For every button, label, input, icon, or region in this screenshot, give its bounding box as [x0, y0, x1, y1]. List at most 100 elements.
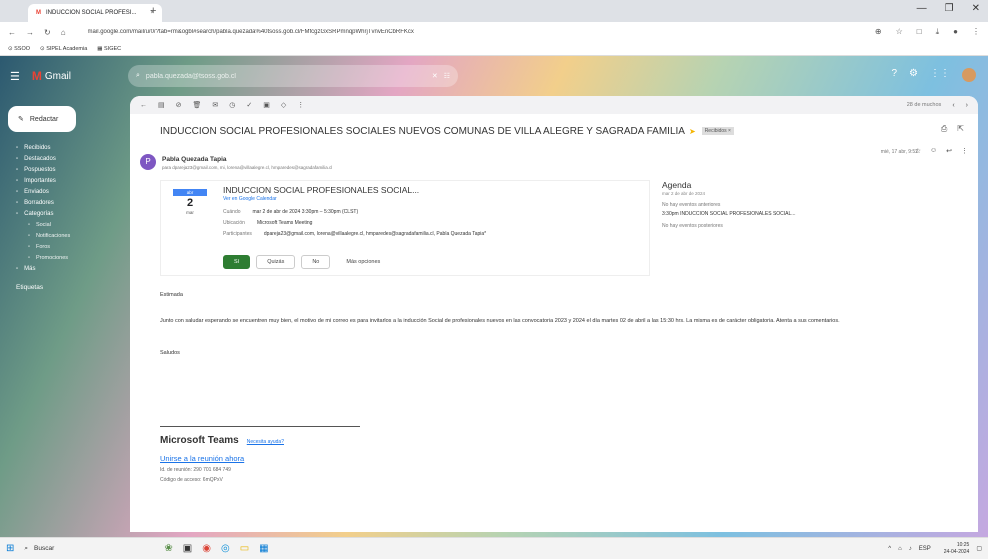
agenda-panel: Agenda mar 2 de abr de 2024 No hay event… [662, 180, 822, 270]
sidebar-item-label: Foros [35, 243, 51, 250]
sender-avatar[interactable]: P [140, 154, 156, 170]
edge-icon[interactable]: ◎ [221, 543, 230, 554]
add-task-icon[interactable]: ✓ [246, 101, 252, 109]
agenda-no-later: No hay eventos posteriores [662, 223, 723, 229]
clock[interactable]: 10:25 24-04-2024 [944, 542, 970, 556]
back-icon[interactable]: ← [8, 28, 16, 37]
windows-start-icon[interactable]: ⊞ [6, 543, 14, 554]
agenda-event[interactable]: 3:30pm INDUCCION SOCIAL PROFESIONALES SO… [662, 211, 822, 217]
taskbar-search[interactable]: ⌕ Buscar [24, 545, 144, 553]
bookmark-sigec[interactable]: ▦ SIGEC [97, 46, 121, 52]
print-icon[interactable]: ⎙ [941, 124, 947, 134]
sidebar-item-10[interactable]: ▫ Promociones [8, 252, 120, 263]
sidebar-item-5[interactable]: ▫ Borradores [8, 197, 120, 208]
star-icon[interactable]: ☆ [915, 147, 921, 155]
move-to-icon[interactable]: ▣ [263, 101, 270, 109]
sidebar-item-label: Recibidos [24, 144, 51, 151]
minimize-icon[interactable]: — [917, 3, 927, 14]
search-bar[interactable]: ⌕ pabla.quezada@tsoss.gob.cl ✕ ☷ [128, 65, 458, 87]
settings-gear-icon[interactable]: ⚙ [909, 68, 918, 82]
sidebar-item-7[interactable]: ▫ Social [8, 219, 120, 230]
file-explorer-icon[interactable]: ▭ [240, 543, 249, 554]
emoji-icon[interactable]: ☺ [930, 147, 937, 155]
download-icon[interactable]: ⤓ [936, 27, 940, 37]
gmail-logo[interactable]: M Gmail [32, 69, 71, 83]
compose-button[interactable]: ✎ Redactar [8, 106, 76, 132]
back-to-list-icon[interactable]: ← [140, 102, 147, 109]
recipients[interactable]: para dpareja23@gmail.com, mi, lorena@vil… [162, 165, 332, 170]
label-icon[interactable]: ◇ [281, 101, 286, 109]
main-menu-icon[interactable]: ☰ [10, 70, 20, 83]
search-options-icon[interactable]: ☷ [444, 72, 450, 80]
report-spam-icon[interactable]: ⊘ [176, 101, 182, 109]
more-actions-icon[interactable]: ⋮ [961, 147, 968, 155]
sidebar-item-3[interactable]: ▫ Importantes [8, 175, 120, 186]
sidebar-item-icon: ▫ [16, 144, 19, 151]
rsvp-maybe-button[interactable]: Quizás [256, 255, 296, 269]
search-input[interactable]: pabla.quezada@tsoss.gob.cl [146, 73, 426, 80]
sidebar-item-4[interactable]: ▫ Enviados [8, 186, 120, 197]
archive-icon[interactable]: ▤ [158, 101, 165, 109]
account-avatar[interactable] [962, 68, 976, 82]
bookmark-ssoo[interactable]: ⊙ SSOO [8, 46, 30, 52]
task-view-icon[interactable]: ▣ [183, 543, 192, 554]
bookmark-star-icon[interactable]: ☆ [896, 27, 903, 37]
search-icon[interactable]: ⌕ [136, 72, 140, 80]
network-icon[interactable]: ⌂ [898, 546, 902, 552]
meeting-id: Id. de reunión: 290 701 684 749 [160, 467, 231, 473]
apps-grid-icon[interactable]: ⋮⋮ [930, 68, 950, 82]
chrome-icon[interactable]: ◉ [202, 543, 211, 554]
subject-tools: ⎙ ⇱ [941, 124, 964, 134]
sidebar-item-label: Pospuestos [24, 166, 56, 173]
pencil-icon: ✎ [18, 116, 24, 123]
new-tab-icon[interactable]: + [150, 5, 156, 17]
sidebar-item-6[interactable]: ▫ Categorías [8, 208, 120, 219]
snooze-icon[interactable]: ◷ [229, 101, 235, 109]
delete-icon[interactable]: 🗑 [193, 101, 202, 109]
reply-icon[interactable]: ↩ [946, 147, 952, 155]
volume-icon[interactable]: ♪ [909, 546, 912, 552]
email-paragraph: Junto con saludar esperando se encuentre… [160, 318, 840, 324]
tab-search-icon[interactable]: □ [917, 27, 922, 37]
mark-unread-icon[interactable]: ✉ [212, 101, 218, 109]
help-icon[interactable]: ? [891, 68, 897, 82]
maximize-icon[interactable]: ❐ [945, 3, 954, 14]
clear-search-icon[interactable]: ✕ [432, 72, 438, 80]
inbox-label-badge[interactable]: Recibidos × [701, 127, 734, 136]
notifications-icon[interactable]: ▢ [976, 545, 982, 552]
widgets-icon[interactable]: ❀ [164, 543, 172, 554]
profile-icon[interactable]: ● [953, 27, 958, 37]
home-icon[interactable]: ⌂ [61, 28, 66, 37]
sidebar-item-2[interactable]: ▫ Pospuestos [8, 164, 120, 175]
view-in-calendar-link[interactable]: Ver en Google Calendar [223, 196, 277, 202]
rsvp-no-button[interactable]: No [301, 255, 331, 269]
menu-icon[interactable]: ⋮ [972, 27, 980, 37]
language-indicator[interactable]: ESP [919, 546, 931, 552]
sidebar-item-9[interactable]: ▫ Foros [8, 241, 120, 252]
sidebar-item-icon: ▫ [16, 199, 19, 206]
sidebar-item-0[interactable]: ▫ Recibidos [8, 142, 120, 153]
rsvp-yes-button[interactable]: Sí [223, 255, 251, 269]
sidebar-item-1[interactable]: ▫ Destacados [8, 153, 120, 164]
reload-icon[interactable]: ↻ [44, 28, 51, 37]
prev-page-icon[interactable]: ‹ [952, 102, 954, 109]
sender-name[interactable]: Pabla Quezada Tapia [162, 156, 227, 163]
teams-help-link[interactable]: Necesita ayuda? [247, 439, 284, 445]
bookmark-sipel[interactable]: ⊙ SIPEL Academia [40, 46, 87, 52]
important-marker-icon[interactable]: ➤ [689, 127, 696, 136]
browser-tab[interactable]: M INDUCCION SOCIAL PROFESI... × [28, 4, 162, 22]
next-page-icon[interactable]: › [966, 102, 968, 109]
sidebar-item-11[interactable]: ▫ Más [8, 263, 120, 274]
address-bar[interactable]: mail.google.com/mail/u/0/?tab=rm&ogbl#se… [88, 29, 848, 35]
gmail-header: ☰ M Gmail ⌕ pabla.quezada@tsoss.gob.cl ✕ … [0, 56, 988, 96]
zoom-icon[interactable]: ⊕ [875, 27, 882, 37]
store-icon[interactable]: ▦ [259, 543, 268, 554]
rsvp-more-options[interactable]: Más opciones [336, 255, 391, 269]
forward-icon[interactable]: → [26, 28, 34, 37]
open-new-window-icon[interactable]: ⇱ [957, 124, 964, 134]
join-meeting-link[interactable]: Unirse a la reunión ahora [160, 454, 460, 463]
more-icon[interactable]: ⋮ [297, 101, 304, 109]
close-window-icon[interactable]: ✕ [972, 3, 980, 14]
sidebar-item-8[interactable]: ▫ Notificaciones [8, 230, 120, 241]
tray-chevron-icon[interactable]: ^ [888, 546, 891, 552]
